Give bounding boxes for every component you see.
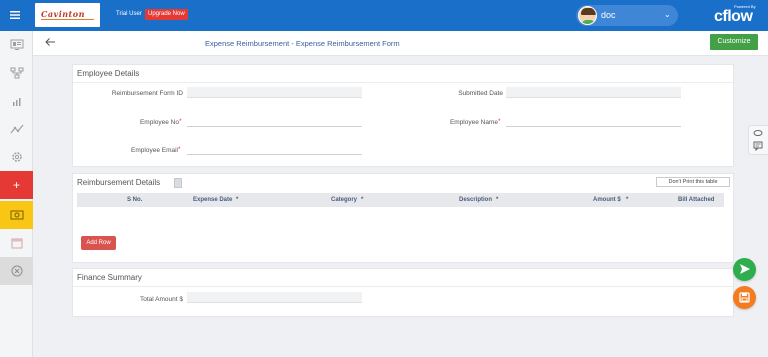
submitted-date-field[interactable]	[506, 87, 681, 98]
submitted-date-label: Submitted Date	[458, 90, 503, 97]
send-icon[interactable]	[733, 258, 756, 281]
column-expense-date: Expense Date	[193, 197, 233, 203]
column-description: Description	[459, 197, 493, 203]
required-mark: *	[236, 197, 239, 203]
required-mark: *	[178, 146, 181, 153]
cflow-brand-logo: cflow	[714, 8, 753, 25]
form-header: Expense Reimbursement - Expense Reimburs…	[33, 31, 768, 56]
finance-summary-card: Finance Summary Total Amount $	[72, 268, 734, 317]
form-id-label: Reimbursement Form ID	[111, 90, 183, 97]
employee-name-field[interactable]	[506, 116, 681, 127]
employee-no-label: Employee No	[139, 119, 179, 126]
total-amount-label: Total Amount $	[140, 296, 183, 303]
comment-icon[interactable]	[753, 141, 763, 153]
page-title: Expense Reimbursement - Expense Reimburs…	[205, 39, 400, 48]
add-new-icon[interactable]: +	[0, 171, 33, 199]
document-icon[interactable]	[174, 178, 182, 188]
table-header: S No. Expense Date * Category * Descript…	[77, 193, 724, 207]
calendar-icon[interactable]	[0, 229, 33, 257]
user-name: doc	[601, 10, 616, 20]
total-amount-field[interactable]	[187, 292, 362, 303]
save-icon[interactable]	[733, 286, 756, 309]
column-category: Category	[331, 197, 358, 203]
dashboard-icon[interactable]	[0, 31, 33, 59]
employee-name-label: Employee Name	[449, 119, 498, 126]
required-mark: *	[626, 197, 629, 203]
hamburger-icon[interactable]	[9, 9, 21, 21]
dont-print-table-button[interactable]: Don't Print this table	[656, 177, 730, 187]
employee-email-field[interactable]	[187, 144, 362, 155]
attachment-icon[interactable]	[753, 129, 763, 139]
reimbursement-details-card: Reimbursement Details Don't Print this t…	[72, 173, 734, 263]
expense-icon[interactable]	[0, 201, 33, 229]
customize-button[interactable]: Customize	[710, 34, 758, 50]
add-row-button[interactable]: Add Row	[81, 236, 116, 250]
user-menu[interactable]: doc ⌄	[576, 5, 678, 26]
employee-details-card: Employee Details Reimbursement Form ID S…	[72, 64, 734, 167]
sidebar: +	[0, 31, 33, 357]
arrow-left-icon[interactable]	[44, 36, 56, 51]
logo-underline	[41, 19, 94, 20]
section-title: Finance Summary	[77, 273, 142, 282]
required-mark: *	[361, 197, 364, 203]
company-logo-text: Cavinton	[41, 9, 85, 19]
required-mark: *	[179, 118, 182, 125]
avatar	[578, 6, 597, 25]
section-title: Reimbursement Details	[77, 178, 161, 187]
required-mark: *	[496, 197, 499, 203]
form-id-field[interactable]	[187, 87, 362, 98]
analytics-icon[interactable]	[0, 115, 33, 143]
column-bill-attached: Bill Attached	[678, 197, 715, 203]
workflow-icon[interactable]	[0, 59, 33, 87]
side-panel-tab[interactable]	[748, 125, 768, 155]
column-amount: Amount $	[593, 197, 621, 203]
required-mark: *	[498, 118, 501, 125]
close-circle-icon[interactable]	[0, 257, 33, 285]
company-logo[interactable]: Cavinton	[35, 3, 100, 27]
upgrade-now-button[interactable]: Upgrade Now	[145, 9, 188, 20]
column-sno: S No.	[127, 197, 143, 203]
reports-icon[interactable]	[0, 87, 33, 115]
top-bar: Cavinton Trial User Upgrade Now doc ⌄ Po…	[0, 0, 768, 31]
gear-icon[interactable]	[0, 143, 33, 171]
employee-email-label: Employee Email	[131, 147, 178, 154]
employee-no-field[interactable]	[187, 116, 362, 127]
section-title: Employee Details	[77, 69, 140, 78]
trial-user-label: Trial User	[116, 11, 142, 17]
chevron-down-icon: ⌄	[664, 10, 671, 19]
